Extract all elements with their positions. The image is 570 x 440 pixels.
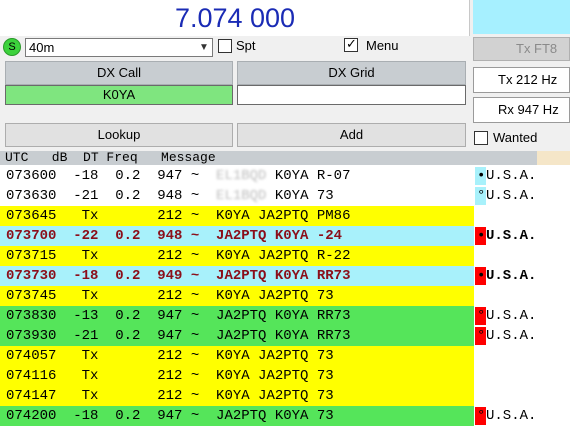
country-label: U.S.A. xyxy=(486,228,537,244)
decode-row[interactable]: 073700 -22 0.2 948 ~ JA2PTQ K0YA -24 • U.S… xyxy=(0,226,570,246)
decode-fields: 073715 Tx 212 ~ xyxy=(6,248,217,264)
marker-symbol: • xyxy=(477,168,486,184)
decode-message: 073630 -21 0.2 948 ~ EL1BQD K0YA 73 xyxy=(0,186,474,206)
decode-fields: 074147 Tx 212 ~ xyxy=(6,388,217,404)
decode-row[interactable]: 073730 -18 0.2 949 ~ JA2PTQ K0YA RR73 • U.… xyxy=(0,266,570,286)
decode-columns-header: UTC dB DT Freq Message xyxy=(0,151,537,165)
decode-from-call: EL1BQD xyxy=(216,168,267,184)
decode-row[interactable]: 073830 -13 0.2 947 ~ JA2PTQ K0YA RR73 ° U.… xyxy=(0,306,570,326)
dx-grid-header: DX Grid xyxy=(237,61,466,85)
decode-row[interactable]: 073645 Tx 212 ~ K0YA JA2PTQ PM86 xyxy=(0,206,570,226)
decode-text: K0YA JA2PTQ R-22 xyxy=(216,248,351,264)
decode-fields: 074057 Tx 212 ~ xyxy=(6,348,217,364)
decode-row[interactable]: 074057 Tx 212 ~ K0YA JA2PTQ 73 xyxy=(0,346,570,366)
status-indicator-panel xyxy=(473,0,570,34)
decode-text: JA2PTQ K0YA -24 xyxy=(216,228,343,244)
country-label: U.S.A. xyxy=(486,168,537,184)
decode-message: 074057 Tx 212 ~ K0YA JA2PTQ 73 xyxy=(0,346,474,366)
wanted-checkbox[interactable] xyxy=(474,131,488,145)
chevron-down-icon: ▼ xyxy=(199,42,209,53)
decode-message: 073730 -18 0.2 949 ~ JA2PTQ K0YA RR73 xyxy=(0,266,474,286)
decode-text: K0YA JA2PTQ 73 xyxy=(216,388,334,404)
decode-message: 073930 -21 0.2 947 ~ JA2PTQ K0YA RR73 xyxy=(0,326,474,346)
lookup-button[interactable]: Lookup xyxy=(5,123,233,147)
decode-fields: 073600 -18 0.2 947 ~ xyxy=(6,168,217,184)
decode-fields: 073630 -21 0.2 948 ~ xyxy=(6,188,217,204)
decode-text: JA2PTQ K0YA RR73 xyxy=(216,268,351,284)
marker-symbol: • xyxy=(477,228,486,244)
decode-text: K0YA R-07 xyxy=(274,168,351,184)
dx-grid-field[interactable] xyxy=(237,85,466,105)
decode-row[interactable]: 073715 Tx 212 ~ K0YA JA2PTQ R-22 xyxy=(0,246,570,266)
marker-symbol: • xyxy=(477,268,486,284)
decode-row[interactable]: 073930 -21 0.2 947 ~ JA2PTQ K0YA RR73 ° U.… xyxy=(0,326,570,346)
decode-message: 073600 -18 0.2 947 ~ EL1BQD K0YA R-07 xyxy=(0,166,474,186)
decode-fields: 074116 Tx 212 ~ xyxy=(6,368,217,384)
decode-message: 073745 Tx 212 ~ K0YA JA2PTQ 73 xyxy=(0,286,474,306)
add-button[interactable]: Add xyxy=(237,123,466,147)
decode-message: 073645 Tx 212 ~ K0YA JA2PTQ PM86 xyxy=(0,206,474,226)
country-label: U.S.A. xyxy=(486,328,537,344)
s-button[interactable]: S xyxy=(3,38,21,56)
decode-text: JA2PTQ K0YA 73 xyxy=(216,408,334,424)
dx-call-header: DX Call xyxy=(5,61,233,85)
country-label: U.S.A. xyxy=(486,308,537,324)
marker-symbol: ° xyxy=(477,328,486,344)
marker-symbol: ° xyxy=(477,408,486,424)
decode-message: 074116 Tx 212 ~ K0YA JA2PTQ 73 xyxy=(0,366,474,386)
country-label: U.S.A. xyxy=(486,408,537,424)
spt-label: Spt xyxy=(236,38,256,53)
decode-text: JA2PTQ K0YA RR73 xyxy=(216,328,351,344)
decode-text: JA2PTQ K0YA RR73 xyxy=(216,308,351,324)
decode-text: K0YA 73 xyxy=(274,188,334,204)
decode-message: 074200 -18 0.2 947 ~ JA2PTQ K0YA 73 xyxy=(0,406,474,426)
decode-text: K0YA JA2PTQ 73 xyxy=(216,288,334,304)
decode-from-call: EL1BQD xyxy=(216,188,267,204)
decode-row[interactable]: 073745 Tx 212 ~ K0YA JA2PTQ 73 xyxy=(0,286,570,306)
dx-call-field[interactable]: K0YA xyxy=(5,85,233,105)
decode-text: K0YA JA2PTQ 73 xyxy=(216,368,334,384)
decode-fields: 073930 -21 0.2 947 ~ xyxy=(6,328,217,344)
frequency-readout: 7.074 000 xyxy=(174,3,296,33)
decode-fields: 074200 -18 0.2 947 ~ xyxy=(6,408,217,424)
marker-symbol: ° xyxy=(477,188,486,204)
tx-mode-button[interactable]: Tx FT8 xyxy=(473,37,570,61)
frequency-display: 7.074 000 xyxy=(0,0,470,36)
decode-message: 073715 Tx 212 ~ K0YA JA2PTQ R-22 xyxy=(0,246,474,266)
decode-text: K0YA JA2PTQ 73 xyxy=(216,348,334,364)
band-select[interactable]: 40m ▼ xyxy=(25,38,213,57)
decode-message: 074147 Tx 212 ~ K0YA JA2PTQ 73 xyxy=(0,386,474,406)
rx-frequency-field[interactable]: Rx 947 Hz xyxy=(473,97,570,123)
decode-fields: 073700 -22 0.2 948 ~ xyxy=(6,228,217,244)
menu-label: Menu xyxy=(366,38,399,53)
marker-symbol: ° xyxy=(477,308,486,324)
decode-row[interactable]: 074116 Tx 212 ~ K0YA JA2PTQ 73 xyxy=(0,366,570,386)
decode-fields: 073730 -18 0.2 949 ~ xyxy=(6,268,217,284)
decode-fields: 073645 Tx 212 ~ xyxy=(6,208,217,224)
tx-frequency-field[interactable]: Tx 212 Hz xyxy=(473,67,570,93)
checkmark-icon: ✓ xyxy=(346,36,357,51)
country-label: U.S.A. xyxy=(486,268,537,284)
decode-row[interactable]: 073630 -21 0.2 948 ~ EL1BQD K0YA 73 ° U.S.… xyxy=(0,186,570,206)
header-filler xyxy=(537,151,570,165)
decode-fields: 073830 -13 0.2 947 ~ xyxy=(6,308,217,324)
decode-message: 073830 -13 0.2 947 ~ JA2PTQ K0YA RR73 xyxy=(0,306,474,326)
band-value: 40m xyxy=(29,40,55,55)
wanted-label: Wanted xyxy=(493,130,538,145)
decode-row[interactable]: 074200 -18 0.2 947 ~ JA2PTQ K0YA 73 ° U.S.… xyxy=(0,406,570,426)
menu-checkbox[interactable]: ✓ xyxy=(344,36,358,52)
spt-checkbox[interactable] xyxy=(218,39,232,53)
decode-row[interactable]: 074147 Tx 212 ~ K0YA JA2PTQ 73 xyxy=(0,386,570,406)
decode-fields: 073745 Tx 212 ~ xyxy=(6,288,217,304)
decode-text: K0YA JA2PTQ PM86 xyxy=(216,208,351,224)
decode-list[interactable]: 073600 -18 0.2 947 ~ EL1BQD K0YA R-07 • U.… xyxy=(0,165,570,440)
country-label: U.S.A. xyxy=(486,188,537,204)
decode-row[interactable]: 073600 -18 0.2 947 ~ EL1BQD K0YA R-07 • U.… xyxy=(0,166,570,186)
decode-message: 073700 -22 0.2 948 ~ JA2PTQ K0YA -24 xyxy=(0,226,474,246)
